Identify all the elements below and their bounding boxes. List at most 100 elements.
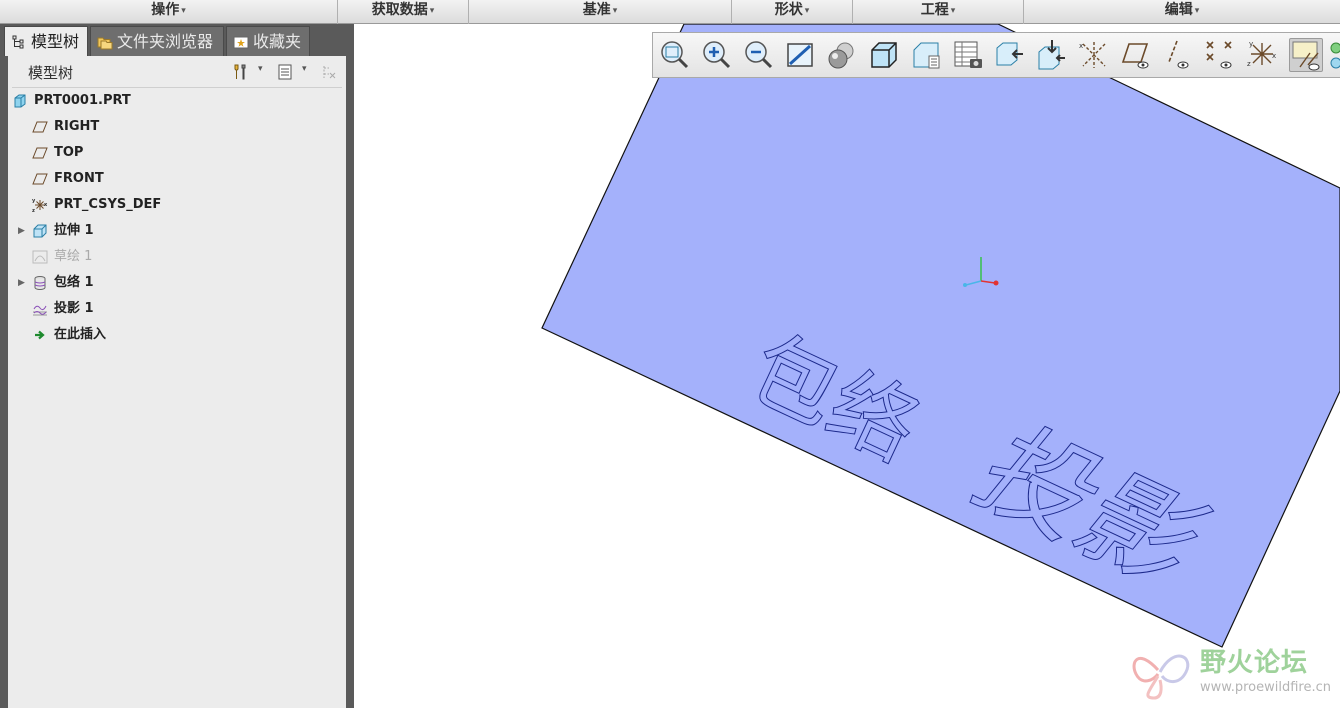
section-icon [1038,40,1065,70]
ribbon-group-shapes[interactable]: 形状 ▾ [732,0,853,24]
svg-text:y: y [1249,40,1253,48]
spin-center-button[interactable] [1289,38,1323,72]
chevron-down-icon: ▾ [612,6,618,16]
tree-item-extrude[interactable]: ▶ 拉伸 1 [8,220,346,242]
display-style-icon [871,42,897,68]
show-columns-icon[interactable] [276,63,294,81]
tab-model-tree[interactable]: 模型树 [4,26,88,56]
saved-orientations-icon [913,42,940,69]
tree-item-project[interactable]: 投影 1 [8,298,346,320]
repaint-button[interactable] [783,38,817,72]
navigator-tabs: 模型树 文件夹浏览器 收藏夹 [4,26,352,56]
csys-icon: y x z [32,198,48,213]
watermark-url: www.proewildfire.cn [1200,680,1331,695]
divider [12,87,342,88]
svg-text:y: y [32,198,36,204]
datum-point-display-button[interactable] [1203,38,1237,72]
svg-text:x: x [1079,42,1083,50]
tree-item-right-plane[interactable]: RIGHT [8,116,346,138]
model-surface[interactable]: 包络 投影 [354,24,1340,708]
zoom-out-icon [745,41,773,69]
part-icon [14,94,26,108]
datum-plane-display-icon [1121,43,1149,69]
svg-text:x: x [1272,52,1276,60]
svg-text:z: z [1247,60,1251,68]
graphics-window[interactable]: 包络 投影 [354,24,1340,708]
insert-here-icon [35,330,45,340]
chevron-down-icon[interactable]: ▾ [302,64,307,74]
appearance-icon [828,42,854,69]
watermark-title: 野火论坛 [1200,648,1309,678]
chevron-down-icon[interactable]: ▾ [258,64,263,74]
tree-item-sketch[interactable]: 草绘 1 [8,246,346,268]
tree-item-insert-here[interactable]: 在此插入 [8,324,346,346]
chevron-down-icon: ▾ [181,6,186,16]
refit-button[interactable] [657,38,691,72]
sketch-icon [32,250,48,264]
model-tree-icon [12,35,24,49]
expand-arrow-icon[interactable]: ▶ [18,272,25,294]
refit-icon [661,41,689,69]
chevron-down-icon: ▾ [429,6,435,16]
zoom-in-button[interactable] [699,38,733,72]
butterfly-logo-icon [1132,654,1190,700]
csys-display-icon: y x z [1247,40,1276,68]
project-icon [33,305,47,316]
datum-axis-display-button[interactable] [1161,38,1195,72]
tab-folder-browser[interactable]: 文件夹浏览器 [90,26,224,56]
model-tree-header: 模型树 ▾ ▾ [8,56,346,86]
tree-item-csys[interactable]: yxz PRT_CSYS_DEF [8,194,346,216]
navigator-panel: 模型树 文件夹浏览器 收藏夹 模型树 ▾ ▾ PRT0001.PRT RIGHT… [0,24,354,708]
section-button[interactable] [1035,38,1069,72]
csys-display-button[interactable]: y x z [1245,38,1279,72]
datum-axis-display-icon [1168,40,1189,69]
display-style-button[interactable] [867,38,901,72]
annotation-display-button[interactable]: x [1077,38,1111,72]
ribbon-group-editing[interactable]: 编辑 ▾ [1024,0,1340,24]
datum-plane-icon [32,121,48,133]
tab-favorites[interactable]: 收藏夹 [226,26,310,56]
expand-arrow-icon[interactable]: ▶ [18,220,25,242]
saved-orientations-button[interactable] [909,38,943,72]
tree-item-front-plane[interactable]: FRONT [8,168,346,190]
tree-item-wrap[interactable]: ▶ 包络 1 [8,272,346,294]
ribbon-group-bar: 操作 ▾ 获取数据 ▾ 基准 ▾ 形状 ▾ 工程 ▾ 编辑 ▾ [0,0,1340,24]
datum-plane-icon [32,173,48,185]
ribbon-group-engineering[interactable]: 工程 ▾ [853,0,1024,24]
ribbon-group-datum[interactable]: 基准 ▾ [469,0,732,24]
view-manager-icon [954,41,982,68]
perspective-button[interactable] [993,38,1027,72]
chevron-down-icon: ▾ [804,6,810,16]
datum-plane-icon [32,147,48,159]
repaint-icon [787,43,813,67]
model-tree-title: 模型树 [28,64,74,82]
svg-text:x: x [44,202,48,208]
zoom-in-icon [703,41,731,69]
panel-splitter[interactable] [346,56,354,708]
ribbon-group-operations[interactable]: 操作 ▾ [0,0,338,24]
folder-icon [97,37,113,50]
tree-item-part[interactable]: PRT0001.PRT [8,90,346,112]
annotation-display-icon: x [1079,42,1106,68]
zoom-out-button[interactable] [741,38,775,72]
extrude-icon [33,224,47,238]
view-toolbar: x y x z [652,32,1340,78]
chevron-down-icon: ▾ [950,6,956,16]
settings-tools-icon[interactable] [232,63,250,81]
chevron-down-icon: ▾ [1194,6,1200,16]
datum-plane-display-button[interactable] [1119,38,1153,72]
model-tree: 模型树 ▾ ▾ PRT0001.PRT RIGHT TOP FRONT y x … [8,56,346,708]
svg-text:z: z [32,208,35,213]
spin-center-icon [1292,41,1320,71]
forum-watermark: 野火论坛 www.proewildfire.cn [1128,640,1340,708]
ribbon-group-get-data[interactable]: 获取数据 ▾ [338,0,469,24]
favorites-icon [233,36,249,49]
datum-point-display-icon [1206,41,1232,69]
view-manager-button[interactable] [951,38,985,72]
more-tools-icon[interactable] [1329,39,1340,73]
appearance-button[interactable] [825,38,859,72]
wrapped-surface[interactable] [541,24,1340,648]
filter-disabled-icon[interactable] [320,63,338,81]
wrap-icon [34,276,46,290]
tree-item-top-plane[interactable]: TOP [8,142,346,164]
